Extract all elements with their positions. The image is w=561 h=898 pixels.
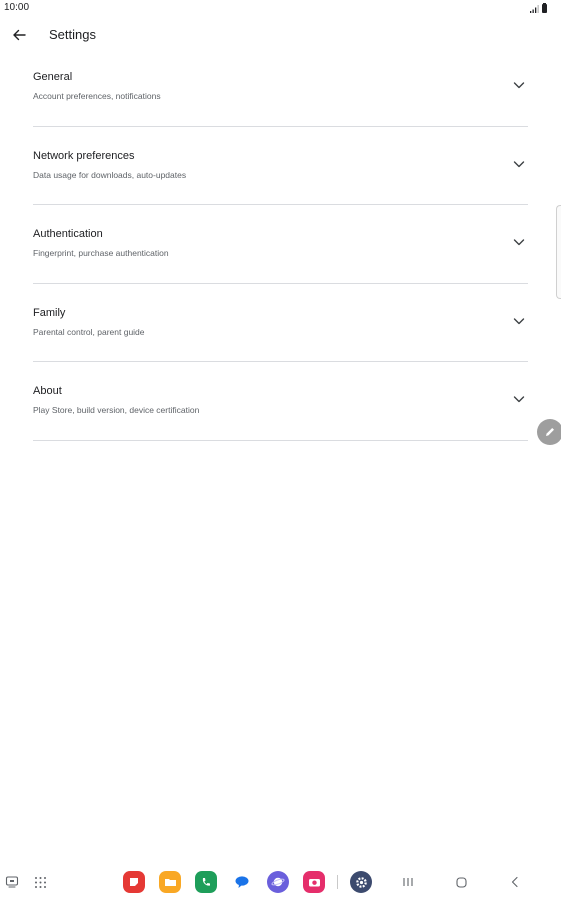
- page-title: Settings: [49, 27, 96, 42]
- battery-icon: [542, 3, 547, 13]
- camera-glyph-icon: [308, 879, 320, 887]
- setting-about[interactable]: About Play Store, build version, device …: [33, 362, 528, 441]
- setting-subtitle: Account preferences, notifications: [33, 91, 161, 101]
- gear-icon: [355, 876, 367, 888]
- browser-app-icon[interactable]: [267, 871, 289, 893]
- chevron-down-icon[interactable]: [512, 235, 526, 249]
- notes-glyph-icon: [130, 878, 138, 886]
- taskbar: [0, 864, 561, 898]
- status-icons: [530, 3, 547, 13]
- setting-subtitle: Fingerprint, purchase authentication: [33, 248, 169, 258]
- chevron-down-icon[interactable]: [512, 314, 526, 328]
- setting-title: General: [33, 71, 73, 83]
- setting-subtitle: Data usage for downloads, auto-updates: [33, 169, 187, 180]
- setting-authentication[interactable]: Authentication Fingerprint, purchase aut…: [33, 205, 528, 284]
- edge-panel-handle[interactable]: [556, 205, 561, 299]
- recents-icon: [403, 878, 413, 886]
- home-icon: [455, 876, 467, 888]
- app-bar: Settings: [0, 20, 561, 50]
- back-button[interactable]: [8, 26, 30, 44]
- grid-icon: [34, 876, 46, 888]
- setting-general[interactable]: General Account preferences, notificatio…: [33, 48, 528, 127]
- files-app-icon[interactable]: [159, 871, 181, 893]
- chevron-down-icon[interactable]: [512, 78, 526, 92]
- setting-title: About: [33, 385, 62, 397]
- back-nav-button[interactable]: [506, 874, 524, 890]
- setting-network-preferences[interactable]: Network preferences Data usage for downl…: [33, 127, 528, 205]
- camera-app-icon[interactable]: [303, 871, 325, 893]
- chevron-down-icon[interactable]: [512, 392, 526, 406]
- phone-glyph-icon: [202, 878, 210, 886]
- setting-title: Network preferences: [33, 149, 135, 162]
- settings-app-icon[interactable]: [350, 871, 372, 893]
- status-bar: 10:00: [0, 0, 561, 16]
- pencil-icon: [546, 428, 554, 436]
- signal-icon: [530, 5, 539, 13]
- chat-bubble-icon: [235, 876, 249, 888]
- chevron-down-icon[interactable]: [512, 157, 526, 171]
- status-time: 10:00: [4, 2, 30, 13]
- setting-family[interactable]: Family Parental control, parent guide: [33, 284, 528, 362]
- messages-app-icon[interactable]: [231, 871, 253, 893]
- keyboard-screen-icon: [5, 876, 19, 888]
- notes-app-icon[interactable]: [123, 871, 145, 893]
- arrow-back-icon: [13, 29, 26, 41]
- home-button[interactable]: [452, 874, 470, 890]
- phone-app-icon[interactable]: [195, 871, 217, 893]
- settings-list: General Account preferences, notificatio…: [33, 48, 528, 441]
- setting-subtitle: Play Store, build version, device certif…: [33, 405, 200, 415]
- screen-keyboard-button[interactable]: [4, 874, 20, 890]
- folder-glyph-icon: [164, 879, 176, 886]
- edit-button[interactable]: [537, 419, 561, 445]
- setting-title: Authentication: [33, 228, 103, 240]
- dock-divider: [337, 875, 338, 889]
- setting-title: Family: [33, 306, 66, 319]
- recent-apps-button[interactable]: [399, 874, 417, 890]
- planet-glyph-icon: [271, 877, 285, 887]
- chevron-left-icon: [511, 876, 518, 888]
- app-drawer-button[interactable]: [32, 874, 48, 890]
- setting-subtitle: Parental control, parent guide: [33, 326, 145, 337]
